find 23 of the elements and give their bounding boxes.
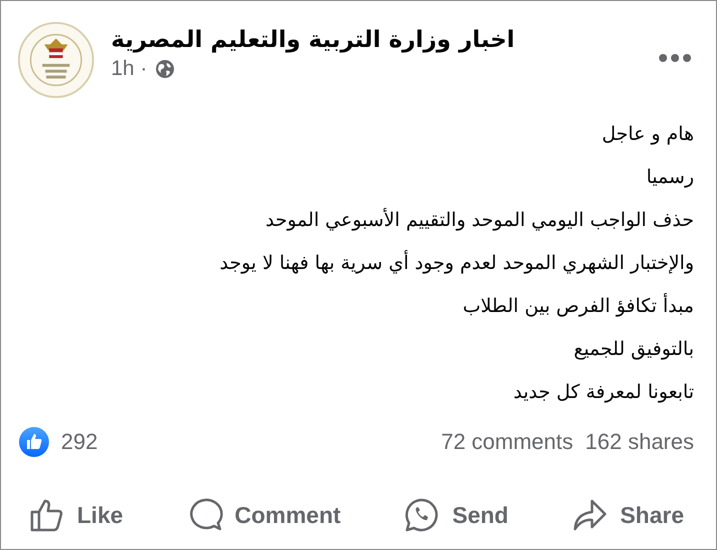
like-button[interactable]: Like <box>27 493 126 537</box>
post-text-line: بالتوفيق للجميع <box>574 337 694 362</box>
share-arrow-icon <box>572 497 608 533</box>
like-reaction-icon <box>19 427 49 457</box>
author-name[interactable]: اخبار وزارة التربية والتعليم المصرية <box>111 27 515 53</box>
comment-button[interactable]: Comment <box>184 493 343 537</box>
post-text-line: رسميا <box>646 165 694 190</box>
post-text-line: هام و عاجل <box>602 122 694 147</box>
globe-icon <box>155 59 176 79</box>
post-time: 1h · <box>111 57 148 81</box>
share-count[interactable]: 162 shares <box>585 429 694 455</box>
reaction-count[interactable]: 292 <box>61 429 98 455</box>
thumbs-up-icon <box>29 497 65 533</box>
post-text-line: حذف الواجب اليومي الموحد والتقييم الأسبوعي الموحد <box>266 206 694 233</box>
send-button[interactable]: Send <box>402 493 510 537</box>
post-text-line: تابعونا لمعرفة كل جديد <box>513 380 694 405</box>
comment-count[interactable]: 72 comments <box>441 429 574 455</box>
chat-phone-icon <box>404 497 440 533</box>
post-text-line: والإختبار الشهري الموحد لعدم وجود أي سرية بها فهنا لا يوجد <box>220 249 694 276</box>
seal-icon <box>17 21 95 99</box>
share-button[interactable]: Share <box>570 493 686 537</box>
post-text-line: مبدأ تكافؤ الفرص بين الطلاب <box>462 292 694 319</box>
more-options-icon[interactable] <box>658 53 692 63</box>
